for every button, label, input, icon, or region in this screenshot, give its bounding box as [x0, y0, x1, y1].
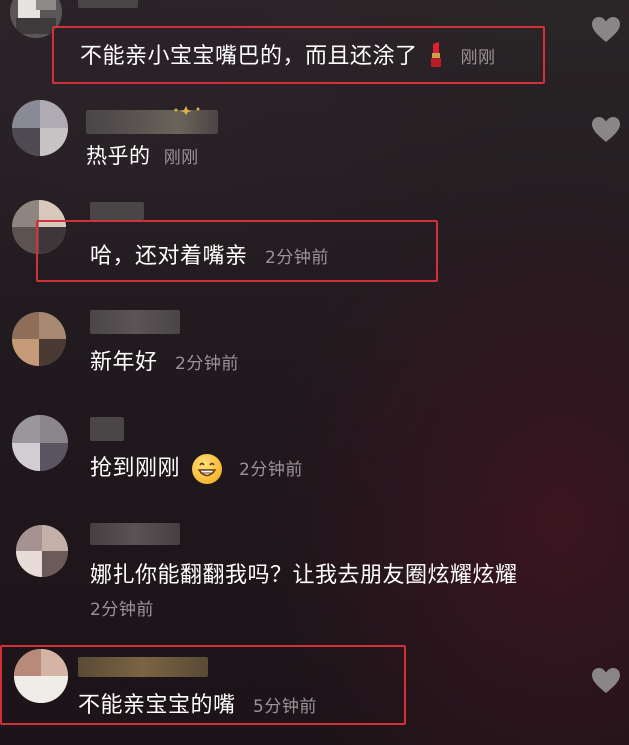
highlight-box — [52, 26, 545, 84]
comment-text: 抢到刚刚 2分钟前 — [90, 450, 303, 484]
comment-text: 新年好 2分钟前 — [90, 344, 239, 376]
heart-outline-icon[interactable] — [591, 116, 621, 144]
comment-body: 抢到刚刚 — [90, 456, 181, 481]
comment-body: 热乎的 — [86, 144, 151, 168]
avatar[interactable] — [16, 525, 68, 577]
heart-outline-icon[interactable] — [591, 16, 621, 44]
avatar[interactable] — [12, 100, 68, 156]
comment-time: 刚刚 — [163, 148, 199, 168]
comment-time: 2分钟前 — [175, 354, 239, 374]
username-blurred[interactable] — [78, 0, 138, 8]
comment-item[interactable]: 热乎的 刚刚 — [0, 92, 629, 182]
username-blurred[interactable] — [90, 310, 180, 334]
sparkle-decoration — [172, 100, 202, 115]
grinning-face-icon — [191, 454, 222, 484]
avatar[interactable] — [12, 415, 68, 471]
comment-time: 2分钟前 — [90, 600, 154, 620]
highlight-box — [0, 645, 406, 725]
username-blurred[interactable] — [90, 417, 124, 441]
comment-item[interactable]: 抢到刚刚 2分钟前 — [0, 405, 629, 510]
comment-text: 娜扎你能翻翻我吗？让我去朋友圈炫耀炫耀 — [90, 563, 518, 588]
heart-outline-icon[interactable] — [591, 667, 621, 695]
comment-item[interactable]: 娜扎你能翻翻我吗？让我去朋友圈炫耀炫耀 2分钟前 — [0, 515, 629, 630]
highlight-box — [36, 220, 438, 282]
username-blurred[interactable] — [90, 202, 144, 220]
comment-time: 2分钟前 — [239, 460, 303, 480]
avatar[interactable] — [12, 312, 66, 366]
comment-item[interactable]: 新年好 2分钟前 — [0, 300, 629, 400]
username-blurred[interactable] — [90, 523, 180, 545]
comment-body: 新年好 — [90, 350, 158, 375]
comment-text: 热乎的 刚刚 — [86, 140, 199, 170]
